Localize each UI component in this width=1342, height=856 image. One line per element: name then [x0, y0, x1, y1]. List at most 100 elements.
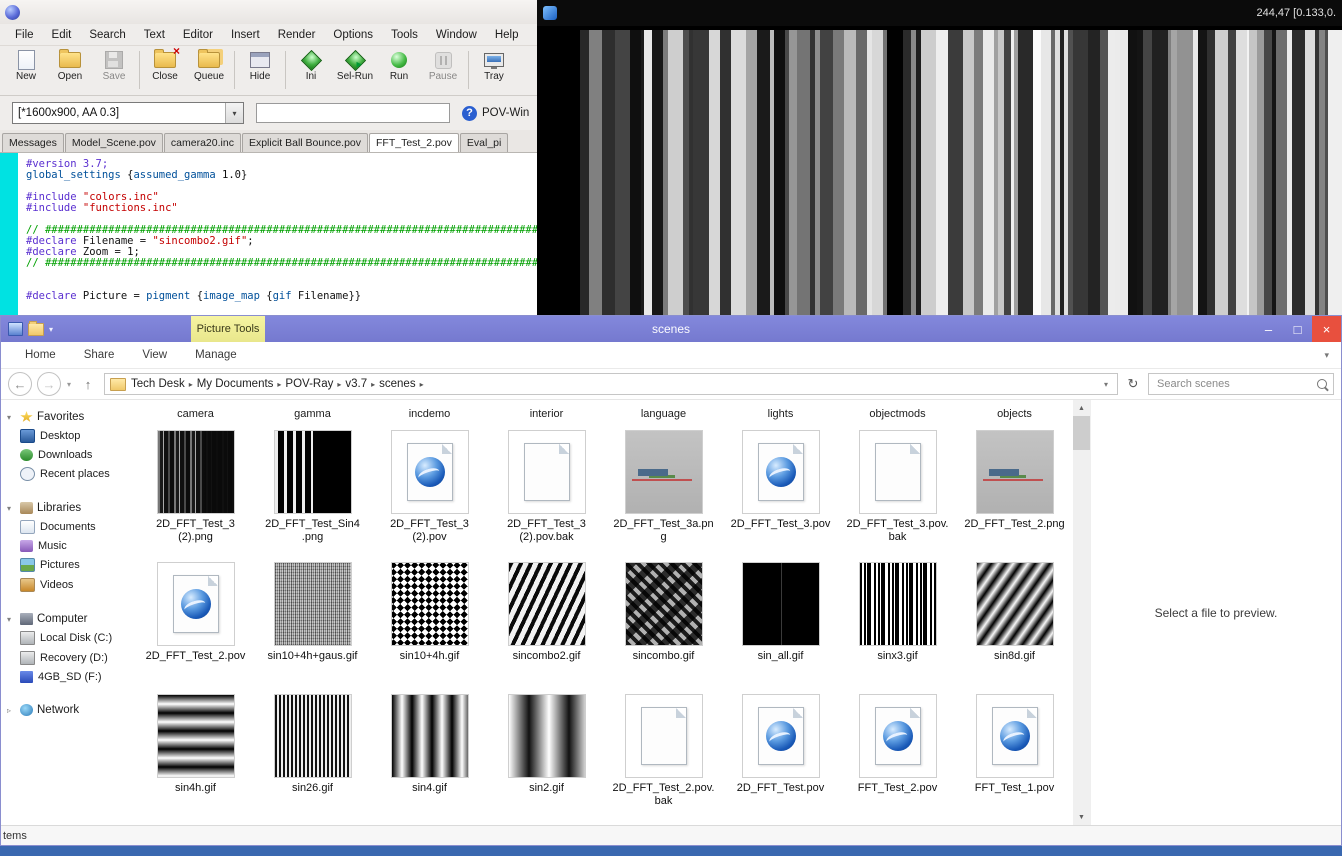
sidebar-item-recovery-d[interactable]: Recovery (D:): [7, 648, 127, 668]
maximize-button[interactable]: □: [1283, 316, 1312, 342]
address-bar[interactable]: Tech Desk▸My Documents▸POV-Ray▸v3.7▸scen…: [104, 373, 1118, 395]
menu-help[interactable]: Help: [486, 27, 528, 43]
ribbon-collapse-icon[interactable]: ▾: [1324, 350, 1329, 361]
toolbar-ini-button[interactable]: Ini: [289, 48, 333, 82]
expand-triangle-icon[interactable]: ▹: [7, 706, 16, 715]
tab-home[interactable]: Home: [11, 344, 70, 366]
menu-tools[interactable]: Tools: [382, 27, 427, 43]
file-item[interactable]: 2D_FFT_Test_3 (2).pov: [371, 430, 488, 562]
toolbar-queue-button[interactable]: Queue: [187, 48, 231, 82]
file-item[interactable]: sincombo.gif: [605, 562, 722, 694]
editor-tab-camera20-inc[interactable]: camera20.inc: [164, 133, 241, 152]
toolbar-pause-button[interactable]: Pause: [421, 48, 465, 82]
code-area[interactable]: #version 3.7;global_settings {assumed_ga…: [0, 153, 545, 340]
chevron-down-icon[interactable]: ▾: [49, 325, 53, 334]
menu-file[interactable]: File: [6, 27, 43, 43]
file-item[interactable]: 2D_FFT_Test_3a.png: [605, 430, 722, 562]
menu-edit[interactable]: Edit: [43, 27, 81, 43]
render-preset-dropdown[interactable]: [*1600x900, AA 0.3] ▾: [12, 102, 244, 124]
file-item[interactable]: 2D_FFT_Test_2.pov: [137, 562, 254, 694]
folder-item-language[interactable]: language: [605, 404, 722, 424]
folder-item-incdemo[interactable]: incdemo: [371, 404, 488, 424]
toolbar-tray-button[interactable]: Tray: [472, 48, 516, 82]
povwin-help[interactable]: ? POV-Win: [462, 106, 529, 121]
sidebar-group-favorites[interactable]: ▾Favorites: [7, 408, 127, 426]
explorer-titlebar[interactable]: ▾ scenes Picture Tools – □ ×: [1, 316, 1341, 342]
sidebar-group-network[interactable]: ▹Network: [7, 701, 127, 719]
file-item[interactable]: sin26.gif: [254, 694, 371, 825]
forward-button[interactable]: →: [37, 372, 61, 396]
file-item[interactable]: sin4.gif: [371, 694, 488, 825]
povray-titlebar[interactable]: [0, 0, 545, 24]
refresh-icon[interactable]: ↻: [1123, 376, 1143, 392]
folder-item-objects[interactable]: objects: [956, 404, 1073, 424]
sidebar-item-videos[interactable]: Videos: [7, 575, 127, 595]
file-item[interactable]: 2D_FFT_Test.pov: [722, 694, 839, 825]
editor-tab-eval-pi[interactable]: Eval_pi: [460, 133, 508, 152]
sidebar-item-documents[interactable]: Documents: [7, 517, 127, 537]
file-item[interactable]: 2D_FFT_Test_2.pov.bak: [605, 694, 722, 825]
sidebar-item-recent-places[interactable]: Recent places: [7, 464, 127, 484]
file-item[interactable]: sin10+4h+gaus.gif: [254, 562, 371, 694]
toolbar-hide-button[interactable]: Hide: [238, 48, 282, 82]
sidebar-item-local-disk-c[interactable]: Local Disk (C:): [7, 628, 127, 648]
collapse-triangle-icon[interactable]: ▾: [7, 615, 16, 624]
toolbar-new-button[interactable]: New: [4, 48, 48, 82]
sidebar-item-pictures[interactable]: Pictures: [7, 555, 127, 575]
search-input[interactable]: [1155, 377, 1313, 391]
file-item[interactable]: sin4h.gif: [137, 694, 254, 825]
editor-tab-explicit-ball-bounce-pov[interactable]: Explicit Ball Bounce.pov: [242, 133, 368, 152]
breadcrumb-item-tech-desk[interactable]: Tech Desk: [131, 378, 185, 390]
file-item[interactable]: 2D_FFT_Test_3 (2).pov.bak: [488, 430, 605, 562]
file-item[interactable]: sincombo2.gif: [488, 562, 605, 694]
editor-tab-messages[interactable]: Messages: [2, 133, 64, 152]
breadcrumb-item-v3-7[interactable]: v3.7: [345, 378, 367, 390]
file-item[interactable]: sin2.gif: [488, 694, 605, 825]
file-item[interactable]: sin8d.gif: [956, 562, 1073, 694]
breadcrumb-item-my-documents[interactable]: My Documents: [197, 378, 274, 390]
picture-tools-tab-group[interactable]: Picture Tools: [191, 316, 265, 342]
scrollbar-thumb[interactable]: [1073, 416, 1090, 450]
sidebar-item-4gb-sd-f[interactable]: 4GB_SD (F:): [7, 668, 127, 686]
folder-item-camera[interactable]: camera: [137, 404, 254, 424]
collapse-triangle-icon[interactable]: ▾: [7, 504, 16, 513]
toolbar-run-button[interactable]: Run: [377, 48, 421, 82]
scroll-up-icon[interactable]: ▲: [1073, 400, 1090, 416]
back-button[interactable]: ←: [8, 372, 32, 396]
menu-editor[interactable]: Editor: [174, 27, 222, 43]
folder-item-objectmods[interactable]: objectmods: [839, 404, 956, 424]
breadcrumb-item-scenes[interactable]: scenes: [379, 378, 415, 390]
search-box[interactable]: [1148, 373, 1334, 395]
taskbar[interactable]: [0, 846, 1342, 856]
tab-share[interactable]: Share: [70, 344, 129, 366]
file-item[interactable]: 2D_FFT_Test_Sin4 .png: [254, 430, 371, 562]
file-item[interactable]: FFT_Test_1.pov: [956, 694, 1073, 825]
folder-item-gamma[interactable]: gamma: [254, 404, 371, 424]
sidebar-item-music[interactable]: Music: [7, 537, 127, 555]
toolbar-open-button[interactable]: Open: [48, 48, 92, 82]
file-item[interactable]: 2D_FFT_Test_2.png: [956, 430, 1073, 562]
sidebar-group-computer[interactable]: ▾Computer: [7, 610, 127, 628]
chevron-down-icon[interactable]: ▾: [225, 103, 243, 123]
file-item[interactable]: 2D_FFT_Test_3.pov.bak: [839, 430, 956, 562]
render-titlebar[interactable]: 244,47 [0.133,0.: [537, 0, 1342, 26]
file-item[interactable]: 2D_FFT_Test_3.pov: [722, 430, 839, 562]
toolbar-close-button[interactable]: Close: [143, 48, 187, 82]
close-button[interactable]: ×: [1312, 316, 1341, 342]
menu-window[interactable]: Window: [427, 27, 486, 43]
toolbar-save-button[interactable]: Save: [92, 48, 136, 82]
collapse-triangle-icon[interactable]: ▾: [7, 413, 16, 422]
menu-insert[interactable]: Insert: [222, 27, 269, 43]
menu-search[interactable]: Search: [80, 27, 134, 43]
scroll-down-icon[interactable]: ▼: [1073, 809, 1090, 825]
breadcrumb-item-pov-ray[interactable]: POV-Ray: [285, 378, 333, 390]
minimize-button[interactable]: –: [1254, 316, 1283, 342]
folder-icon[interactable]: [28, 323, 44, 336]
file-item[interactable]: sin_all.gif: [722, 562, 839, 694]
tab-manage[interactable]: Manage: [181, 344, 251, 366]
address-dropdown-icon[interactable]: ▾: [1100, 380, 1112, 389]
menu-text[interactable]: Text: [135, 27, 174, 43]
folder-item-lights[interactable]: lights: [722, 404, 839, 424]
tab-view[interactable]: View: [128, 344, 181, 366]
file-item[interactable]: FFT_Test_2.pov: [839, 694, 956, 825]
